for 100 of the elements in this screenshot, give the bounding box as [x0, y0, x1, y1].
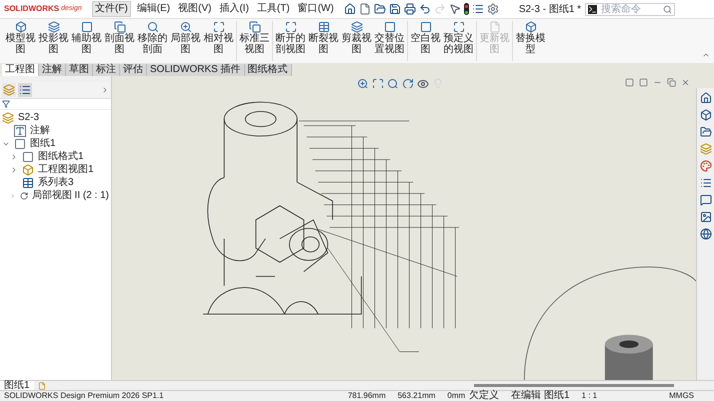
tree-item[interactable]: 图纸格式1	[38, 152, 84, 162]
collapse-ribbon-icon[interactable]	[702, 51, 710, 59]
search-icon	[663, 4, 672, 14]
part-render-drawing	[604, 334, 653, 380]
ribbon-button[interactable]: 模型视图	[4, 21, 37, 55]
menu-item[interactable]: 编辑(E)	[134, 1, 172, 17]
ribbon-icon	[146, 21, 158, 33]
menu-item[interactable]: 视图(V)	[176, 1, 214, 17]
command-tab[interactable]: 图纸格式	[244, 64, 292, 76]
close-icon[interactable]	[681, 78, 690, 87]
image-icon[interactable]	[700, 211, 712, 223]
restore-icon[interactable]	[667, 78, 676, 87]
expand-icon[interactable]	[10, 192, 16, 200]
ribbon-button[interactable]: 辅助视图	[70, 21, 103, 55]
rotate-icon[interactable]	[402, 78, 414, 90]
home-icon[interactable]	[344, 3, 356, 15]
search-field[interactable]: 搜索命令	[585, 2, 676, 16]
traffic-light-icon[interactable]	[464, 3, 469, 15]
zoom-area-icon[interactable]	[387, 78, 399, 90]
ribbon-icon	[14, 21, 26, 33]
definition-state: 欠定义	[469, 391, 500, 401]
property-manager-tab[interactable]	[18, 83, 32, 97]
ribbon-icon	[48, 21, 60, 33]
ribbon-icon	[420, 21, 432, 33]
ribbon-icon	[384, 21, 396, 33]
tree-item[interactable]: 工程图视图1	[38, 164, 94, 174]
ribbon-icon	[318, 21, 330, 33]
save-icon[interactable]	[388, 3, 401, 15]
eye-icon[interactable]	[417, 78, 429, 90]
ribbon-icon	[248, 21, 260, 33]
ribbon-button[interactable]: 空白视图	[409, 21, 442, 55]
annotation-icon	[14, 124, 26, 136]
tree-item[interactable]: 系列表3	[38, 178, 74, 188]
sheet-scale[interactable]: 1 : 1	[582, 392, 598, 400]
expand-icon[interactable]	[10, 152, 18, 160]
ribbon-button[interactable]: 断开的剖视图	[274, 21, 307, 55]
open-icon[interactable]	[374, 3, 386, 15]
ribbon-icon	[350, 21, 362, 33]
sheet-format-icon	[22, 150, 34, 162]
drawing-icon	[2, 112, 14, 124]
globe-icon[interactable]	[700, 228, 712, 240]
editing-status: 在编辑 图纸1	[511, 391, 570, 401]
ribbon-button[interactable]: 交替位置视图	[373, 21, 406, 55]
command-tab[interactable]: 工程图	[2, 64, 39, 76]
ribbon-button[interactable]: 替换模型	[514, 21, 547, 55]
x-coordinate: 781.96mm	[348, 392, 386, 400]
menu-item[interactable]: 工具(T)	[254, 1, 292, 17]
view-icon	[22, 164, 34, 176]
filter-icon[interactable]	[2, 100, 10, 108]
expand-icon[interactable]	[10, 166, 18, 174]
zoom-fit-icon[interactable]	[372, 78, 384, 90]
command-tab[interactable]: SOLIDWORKS 插件	[147, 64, 245, 76]
window-title: S2-3 - 图纸1 *	[518, 2, 582, 16]
ribbon-icon	[284, 21, 296, 33]
command-tab[interactable]: 评估	[120, 64, 147, 76]
tree-item[interactable]: 局部视图 II (2 : 1)	[32, 190, 109, 200]
chat-icon[interactable]	[700, 194, 712, 206]
menu-item[interactable]: 文件(F)	[92, 1, 131, 17]
unit-system[interactable]: MMGS	[669, 392, 694, 400]
zoom-icon[interactable]	[357, 78, 369, 90]
home-icon[interactable]	[700, 92, 712, 104]
ribbon-button[interactable]: 剪裁视图	[340, 21, 373, 55]
cube-icon[interactable]	[700, 109, 712, 121]
ribbon-button[interactable]: 局部视图	[169, 21, 202, 55]
menu-item[interactable]: 插入(I)	[217, 1, 251, 17]
tree-root[interactable]: S2-3	[18, 112, 40, 122]
ribbon-icon	[452, 21, 464, 33]
select-icon[interactable]	[448, 3, 461, 15]
ribbon-button[interactable]: 移除的剖面	[136, 21, 169, 55]
print-icon[interactable]	[404, 3, 416, 15]
ribbon-button[interactable]: 相对视图	[202, 21, 235, 55]
detail-view-icon	[20, 190, 28, 202]
command-tab[interactable]: 注解	[39, 64, 66, 76]
command-tab[interactable]: 标注	[93, 64, 120, 76]
command-tab[interactable]: 草图	[66, 64, 93, 76]
menu-item[interactable]: 窗口(W)	[296, 1, 336, 17]
expand-panel-icon[interactable]	[101, 86, 109, 94]
sheet-icon	[14, 138, 26, 150]
add-sheet-icon[interactable]	[38, 382, 46, 390]
settings-icon[interactable]	[486, 3, 499, 15]
ribbon-button[interactable]: 断裂视图	[307, 21, 340, 55]
folder-icon[interactable]	[700, 126, 712, 138]
tree-item[interactable]: 图纸1	[30, 138, 56, 148]
tree-item[interactable]: 注解	[30, 126, 50, 136]
new-file-icon[interactable]	[358, 3, 371, 15]
horizontal-scrollbar[interactable]	[474, 384, 674, 387]
y-coordinate: 563.21mm	[398, 392, 436, 400]
app-logo: SOLIDWORKS	[4, 3, 60, 15]
ribbon-button[interactable]: 投影视图	[37, 21, 70, 55]
ribbon-icon	[80, 21, 92, 33]
layers-icon[interactable]	[700, 143, 712, 155]
palette-icon[interactable]	[700, 160, 712, 172]
ribbon-icon	[488, 21, 500, 33]
ribbon-button[interactable]: 剖面视图	[103, 21, 136, 55]
product-version: SOLIDWORKS Design Premium 2026 SP1.1	[4, 392, 164, 400]
ribbon-button[interactable]: 标准三视图	[238, 21, 271, 55]
ribbon-button[interactable]: 预定义的视图	[442, 21, 475, 55]
sheet-tab[interactable]: 图纸1	[0, 380, 34, 390]
undo-icon[interactable]	[418, 3, 431, 15]
ribbon-icon	[524, 21, 536, 33]
